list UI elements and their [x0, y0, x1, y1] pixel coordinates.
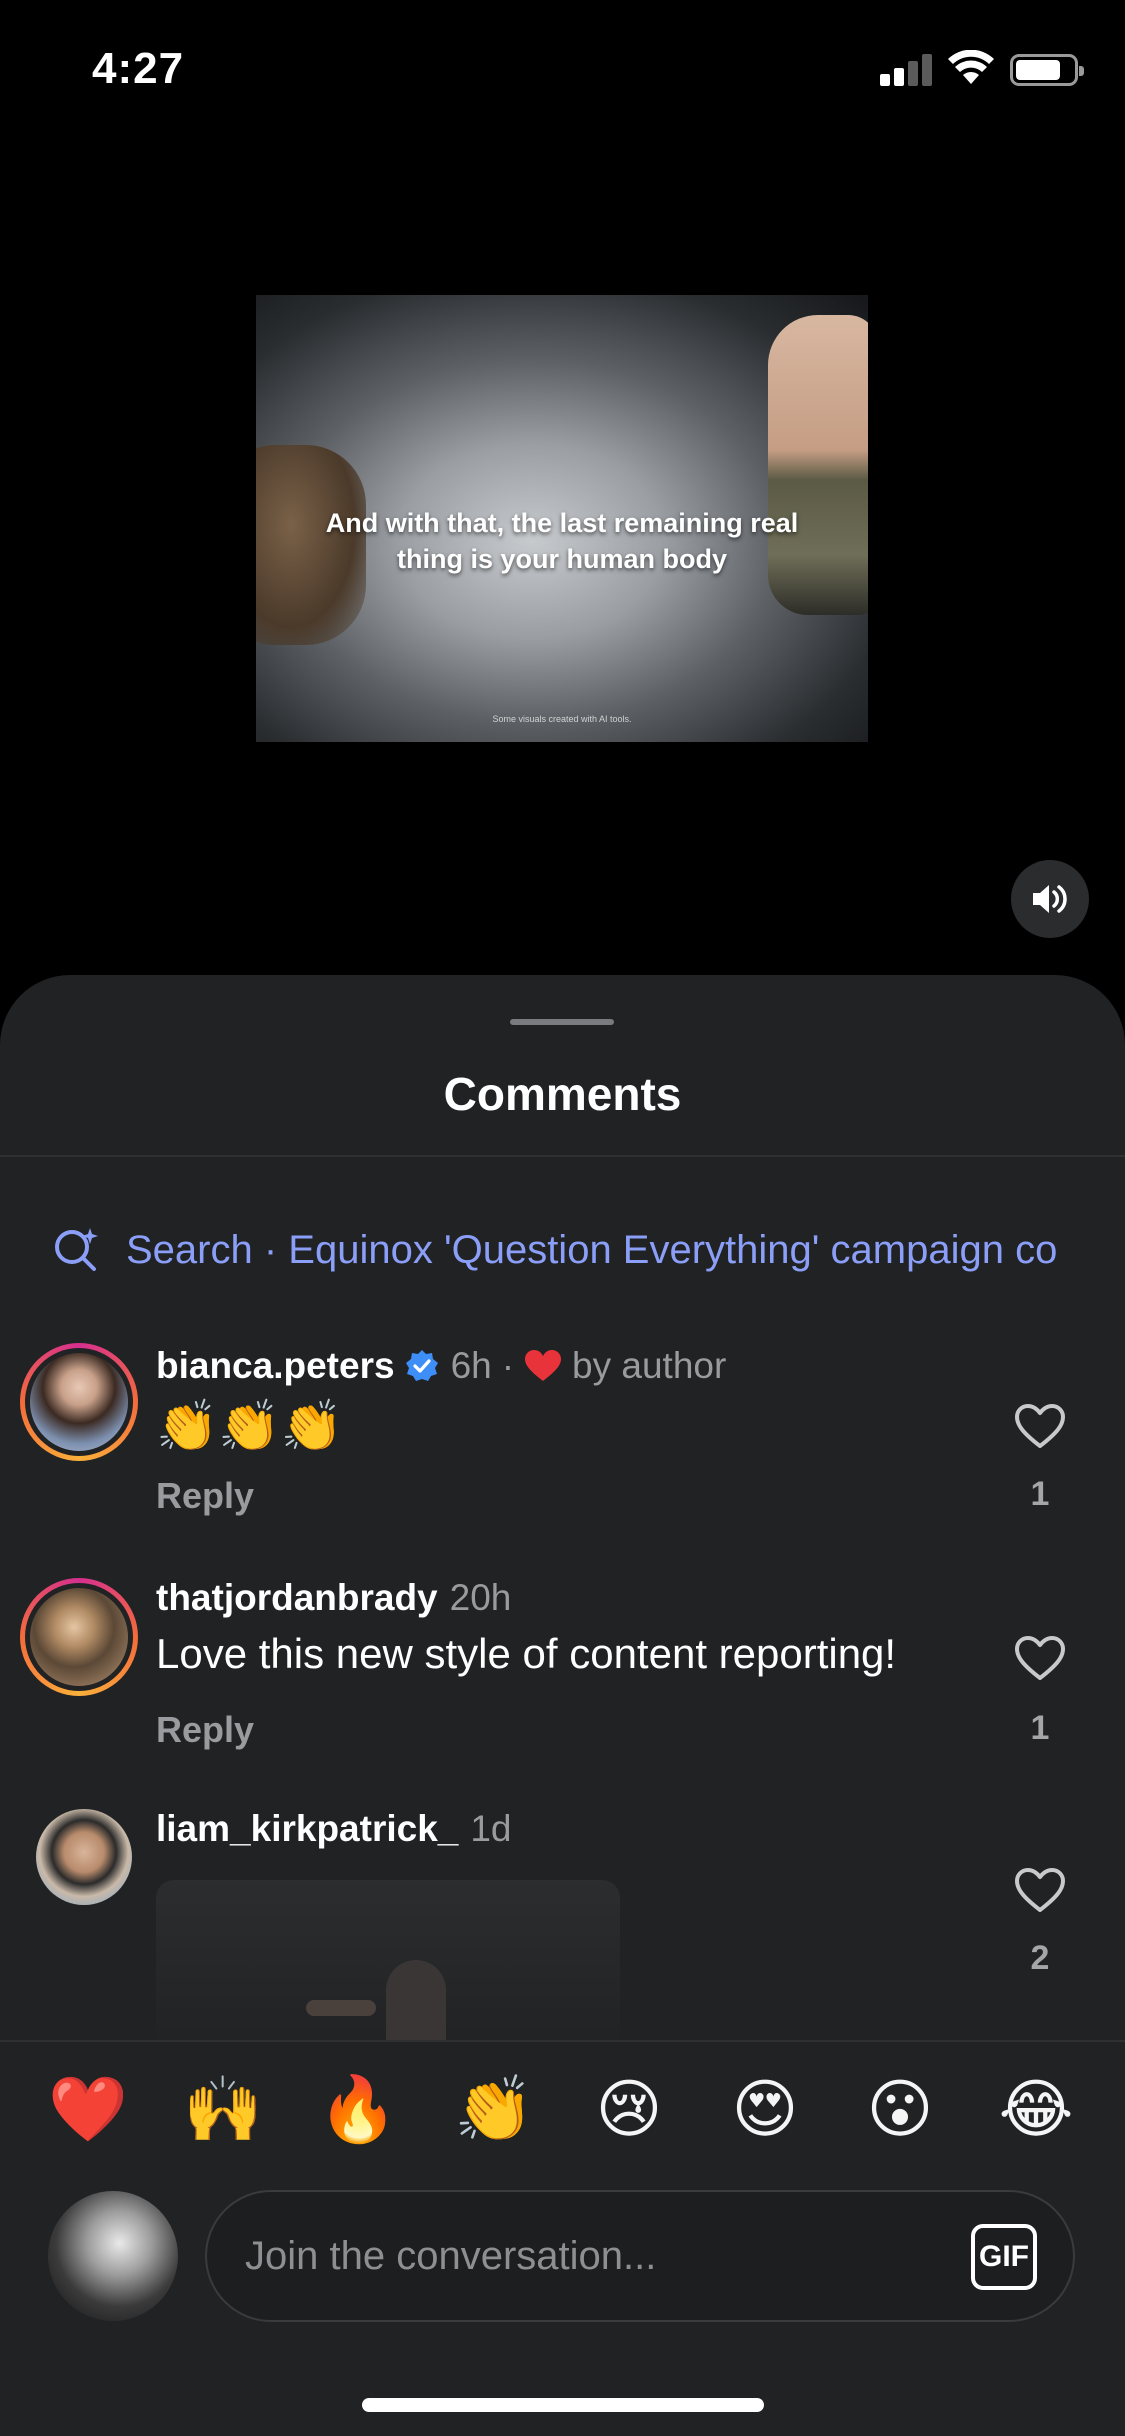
emoji-heart-eyes-button[interactable]: 😍	[725, 2070, 805, 2150]
liked-by-author-label: by author	[572, 1345, 727, 1386]
home-indicator[interactable]	[362, 2398, 764, 2412]
like-count: 1	[1030, 1709, 1050, 1747]
sheet-title: Comments	[443, 1068, 682, 1120]
status-time: 4:27	[92, 44, 185, 93]
sheet-divider	[0, 1155, 1125, 1157]
emoji-clap-button[interactable]: 👏	[454, 2070, 534, 2150]
verified-badge-icon	[405, 1350, 438, 1381]
comment-text: 👏👏👏	[156, 1398, 343, 1454]
heart-outline-icon[interactable]	[1014, 1403, 1066, 1449]
comment-username[interactable]: liam_kirkpatrick_	[156, 1808, 458, 1850]
comment-time: 6h	[450, 1345, 492, 1386]
reply-button[interactable]: Reply	[156, 1475, 254, 1517]
search-suggestion-text: Search · Equinox 'Question Everything' c…	[126, 1227, 1058, 1272]
avatar	[30, 1588, 128, 1686]
avatar	[30, 1353, 128, 1451]
video-player[interactable]: And with that, the last remaining real t…	[256, 295, 868, 742]
comment-header: liam_kirkpatrick_ 1d	[156, 1808, 512, 1850]
comment-input-placeholder: Join the conversation...	[245, 2234, 657, 2278]
heart-outline-icon[interactable]	[1014, 1635, 1066, 1681]
volume-button[interactable]	[1011, 860, 1089, 938]
comment-time: 20h	[449, 1577, 512, 1618]
ai-search-icon	[55, 1228, 98, 1271]
comment-header: thatjordanbrady 20h	[156, 1577, 511, 1619]
avatar-story-ring[interactable]	[20, 1343, 138, 1461]
wifi-icon	[948, 50, 994, 84]
video-caption: And with that, the last remaining real t…	[325, 508, 799, 574]
emoji-raised-hands-button[interactable]: 🙌	[183, 2070, 263, 2150]
comment-input[interactable]: Join the conversation... GIF	[205, 2190, 1075, 2322]
separator-dot: ·	[501, 1345, 515, 1386]
sheet-grabber[interactable]	[510, 1019, 614, 1025]
cellular-signal-icon	[880, 52, 934, 86]
emoji-surprised-button[interactable]: 😮	[860, 2070, 940, 2150]
avatar-story-ring[interactable]	[20, 1578, 138, 1696]
comment-username[interactable]: thatjordanbrady	[156, 1577, 438, 1619]
speaker-icon	[1033, 885, 1067, 913]
comment-time: 1d	[470, 1808, 512, 1849]
gif-button[interactable]: GIF	[971, 2224, 1037, 2290]
heart-outline-icon[interactable]	[1014, 1867, 1066, 1913]
battery-icon	[1010, 54, 1084, 86]
emoji-laughing-button[interactable]: 😂	[996, 2070, 1076, 2150]
comment-header: bianca.peters 6h · by author	[156, 1345, 726, 1387]
comment-username[interactable]: bianca.peters	[156, 1345, 395, 1387]
emoji-reaction-row: ❤️ 🙌 🔥 👏 😢 😍 😮 😂	[0, 2070, 1125, 2150]
heart-filled-icon	[525, 1350, 562, 1381]
avatar[interactable]	[36, 1809, 132, 1905]
reply-button[interactable]: Reply	[156, 1709, 254, 1751]
video-disclaimer: Some visuals created with AI tools.	[492, 714, 632, 724]
emoji-heart-button[interactable]: ❤️	[48, 2070, 128, 2150]
search-suggestion[interactable]: Search · Equinox 'Question Everything' c…	[52, 1220, 1057, 1280]
current-user-avatar	[48, 2191, 178, 2321]
like-count: 2	[1030, 1939, 1050, 1977]
comment-text: Love this new style of content reporting…	[156, 1630, 897, 1677]
emoji-crying-button[interactable]: 😢	[589, 2070, 669, 2150]
like-count: 1	[1030, 1475, 1050, 1513]
emoji-fire-button[interactable]: 🔥	[318, 2070, 398, 2150]
